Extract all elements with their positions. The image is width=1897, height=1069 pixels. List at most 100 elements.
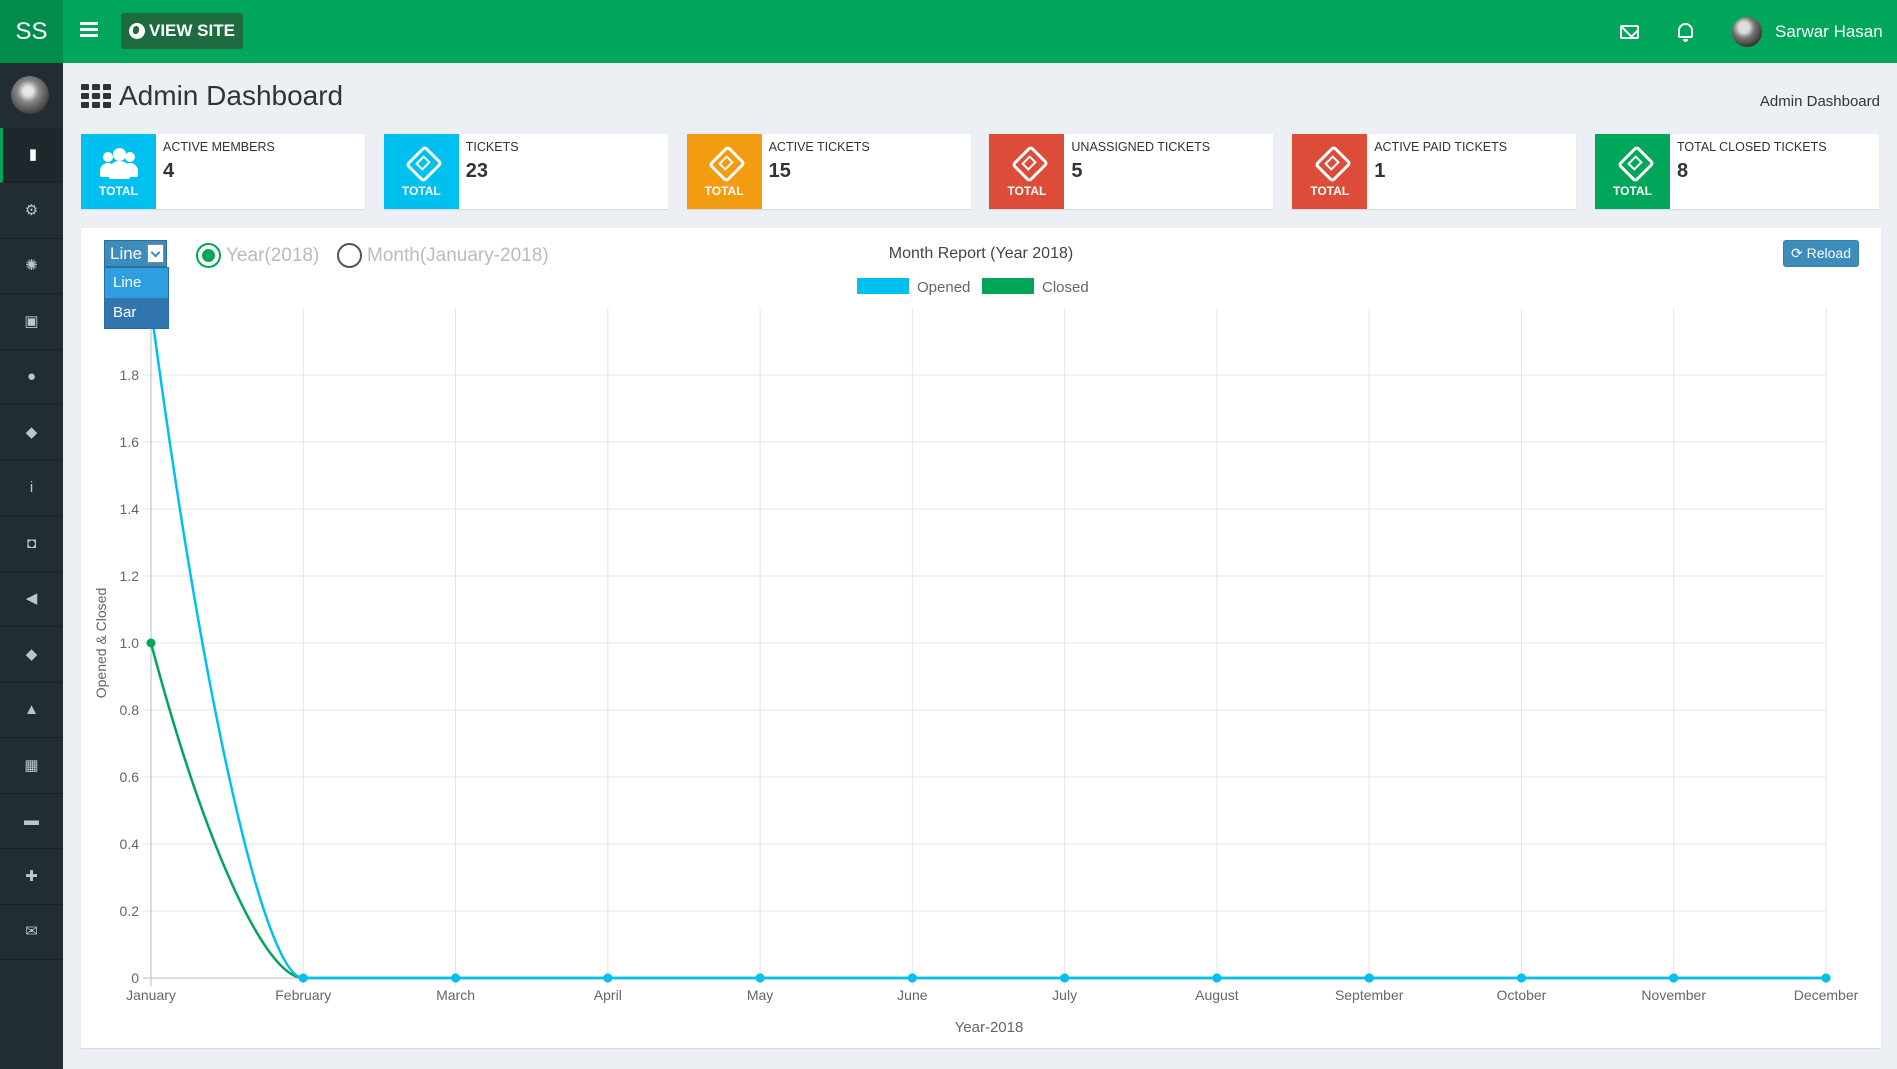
app-logo[interactable]: SS bbox=[0, 0, 63, 63]
sidebar-item-table[interactable]: ▦ bbox=[0, 739, 63, 794]
y-tick-label: 1.4 bbox=[120, 501, 140, 517]
data-point-opened bbox=[907, 973, 917, 983]
info-box-icon-area: TOTAL bbox=[989, 134, 1065, 209]
data-point-opened bbox=[603, 973, 613, 983]
y-tick-label: 1.8 bbox=[120, 367, 140, 383]
y-tick-label: 1.0 bbox=[120, 635, 140, 651]
envelope-icon: ✉ bbox=[25, 923, 38, 940]
bell-icon[interactable] bbox=[1675, 22, 1695, 42]
sidebar-item-camera[interactable]: ◘ bbox=[0, 517, 63, 572]
ticket-icon bbox=[1613, 146, 1653, 180]
info-box[interactable]: TOTAL TOTAL CLOSED TICKETS 8 bbox=[1595, 134, 1879, 209]
data-point-opened bbox=[1669, 973, 1679, 983]
sidebar-item-cog[interactable]: ✺ bbox=[0, 239, 63, 294]
info-box[interactable]: TOTAL UNASSIGNED TICKETS 5 bbox=[989, 134, 1274, 209]
sidebar-item-envelope[interactable]: ✉ bbox=[0, 905, 63, 960]
sidebar: ▮ ⚙ ✺ ▣ ● ◆ i ◘ ◀ ◆ ▲ ▦ ▬ ✚ ✉ bbox=[0, 63, 63, 1069]
info-box-value: 15 bbox=[768, 160, 791, 182]
envelope-icon[interactable] bbox=[1620, 22, 1640, 42]
ticket-icon bbox=[1007, 146, 1047, 180]
sidebar-item-bar-chart[interactable]: ▮ bbox=[0, 128, 63, 183]
comment-icon: ▬ bbox=[24, 812, 39, 829]
data-point-opened bbox=[298, 973, 308, 983]
sidebar-item-graduation-cap[interactable]: ▲ bbox=[0, 683, 63, 738]
user-icon: ● bbox=[26, 368, 37, 385]
info-box-label: ACTIVE PAID TICKETS bbox=[1374, 140, 1508, 154]
sidebar-item-info[interactable]: i bbox=[0, 461, 63, 516]
info-box[interactable]: TOTAL ACTIVE PAID TICKETS 1 bbox=[1292, 134, 1577, 209]
sidebar-item-user[interactable]: ● bbox=[0, 350, 63, 405]
sidebar-item-puzzle[interactable]: ✚ bbox=[0, 850, 63, 905]
sidebar-item-users-cog[interactable]: ⚙ bbox=[0, 184, 63, 239]
info-box-label: UNASSIGNED TICKETS bbox=[1071, 140, 1211, 154]
x-tick-label: May bbox=[747, 987, 773, 1003]
data-point-opened bbox=[1060, 973, 1070, 983]
info-box[interactable]: TOTAL TICKETS 23 bbox=[383, 134, 668, 209]
x-tick-label: January bbox=[126, 987, 176, 1003]
info-box-icon-area: TOTAL bbox=[81, 134, 156, 209]
x-tick-label: October bbox=[1497, 987, 1547, 1003]
th-grid-icon bbox=[81, 84, 111, 108]
y-axis-label: Opened & Closed bbox=[93, 588, 109, 699]
x-tick-label: June bbox=[897, 987, 928, 1003]
data-point-closed bbox=[146, 638, 156, 648]
sidebar-item-ticket[interactable]: ◆ bbox=[0, 406, 63, 461]
user-name[interactable]: Sarwar Hasan bbox=[1775, 22, 1883, 42]
info-box-icon-area: TOTAL bbox=[1595, 134, 1670, 209]
total-badge: TOTAL bbox=[1007, 183, 1047, 198]
y-tick-label: 1.2 bbox=[120, 568, 140, 584]
user-avatar[interactable] bbox=[1732, 17, 1762, 47]
info-box-value: 23 bbox=[465, 160, 489, 182]
camera-icon: ◘ bbox=[26, 534, 37, 552]
x-axis-label: Year-2018 bbox=[955, 1019, 1024, 1036]
info-box[interactable]: TOTAL ACTIVE TICKETS 15 bbox=[686, 134, 971, 209]
menu-toggle-icon[interactable] bbox=[80, 22, 98, 38]
money-icon: ▣ bbox=[24, 312, 39, 330]
x-tick-label: April bbox=[594, 987, 622, 1003]
users-cog-icon: ⚙ bbox=[24, 201, 39, 219]
info-box-label: TOTAL CLOSED TICKETS bbox=[1677, 140, 1827, 154]
page-title-text: Admin Dashboard bbox=[119, 80, 344, 111]
info-box-label: TICKETS bbox=[465, 140, 519, 154]
info-icon: i bbox=[29, 479, 34, 496]
sidebar-item-money[interactable]: ▣ bbox=[0, 295, 63, 350]
data-point-opened bbox=[755, 973, 765, 983]
page-title: Admin Dashboard bbox=[81, 80, 343, 112]
info-box-icon-area: TOTAL bbox=[383, 134, 459, 209]
ticket-icon bbox=[401, 146, 441, 180]
ticket-icon bbox=[704, 146, 744, 180]
sidebar-item-ticket[interactable]: ◆ bbox=[0, 628, 63, 683]
sidebar-item-bullhorn[interactable]: ◀ bbox=[0, 572, 63, 627]
data-point-opened bbox=[1821, 973, 1831, 983]
info-box[interactable]: TOTAL ACTIVE MEMBERS 4 bbox=[81, 134, 365, 209]
total-badge: TOTAL bbox=[1613, 183, 1652, 198]
chart-panel: Line Line Bar Year(2018) Month(January-2… bbox=[81, 228, 1881, 1048]
breadcrumb[interactable]: Admin Dashboard bbox=[1760, 93, 1880, 110]
chart-type-dropdown: Line Bar bbox=[104, 267, 169, 329]
x-tick-label: August bbox=[1195, 987, 1239, 1003]
total-badge: TOTAL bbox=[401, 183, 441, 198]
x-tick-label: September bbox=[1335, 987, 1404, 1003]
total-badge: TOTAL bbox=[1310, 183, 1350, 198]
bullhorn-icon: ◀ bbox=[25, 590, 38, 607]
legend-label: Opened bbox=[917, 279, 970, 296]
dropdown-option-line[interactable]: Line bbox=[105, 268, 168, 298]
top-navbar: SS VIEW SITE Sarwar Hasan bbox=[0, 0, 1897, 63]
x-tick-label: November bbox=[1641, 987, 1706, 1003]
sidebar-avatar[interactable] bbox=[11, 76, 49, 114]
info-box-label: ACTIVE TICKETS bbox=[768, 140, 870, 154]
legend-swatch bbox=[982, 278, 1034, 294]
info-box-icon-area: TOTAL bbox=[1292, 134, 1368, 209]
info-box-label: ACTIVE MEMBERS bbox=[163, 140, 275, 154]
x-tick-label: March bbox=[436, 987, 475, 1003]
data-point-opened bbox=[1212, 973, 1222, 983]
view-site-button[interactable]: VIEW SITE bbox=[121, 13, 243, 49]
dropdown-option-bar[interactable]: Bar bbox=[105, 298, 168, 328]
users-icon bbox=[99, 146, 139, 180]
sidebar-item-comment[interactable]: ▬ bbox=[0, 794, 63, 849]
legend-label: Closed bbox=[1042, 279, 1089, 296]
info-box-value: 1 bbox=[1374, 160, 1386, 182]
legend-swatch bbox=[857, 278, 909, 294]
info-box-value: 5 bbox=[1071, 160, 1083, 182]
cog-icon: ✺ bbox=[25, 257, 38, 274]
